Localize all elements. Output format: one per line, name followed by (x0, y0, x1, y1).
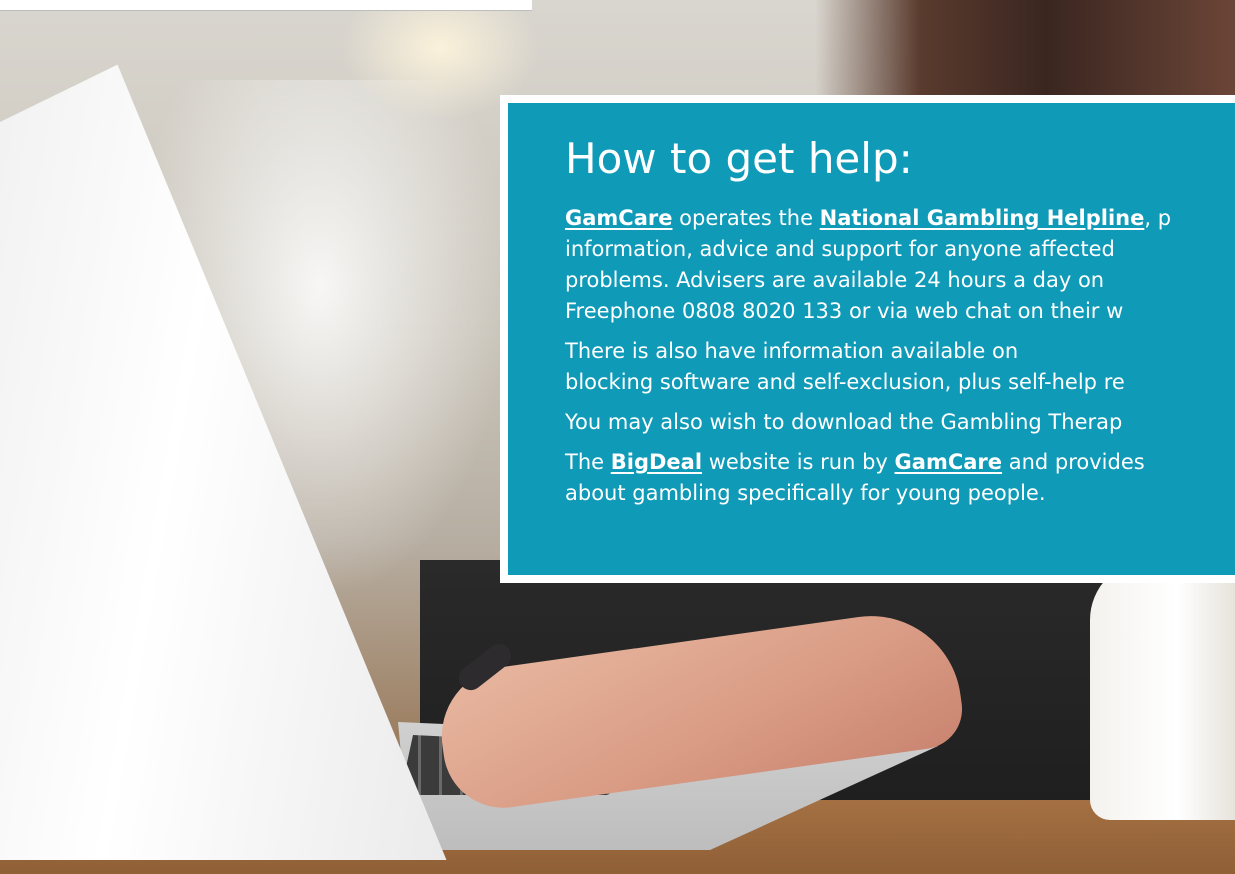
paragraph-4-text-start: The (565, 450, 611, 474)
paragraph-2-line-2: blocking software and self-exclusion, pl… (565, 370, 1125, 394)
paragraph-1-line-2: information, advice and support for anyo… (565, 237, 1115, 261)
help-paragraph-4: The BigDeal website is run by GamCare an… (565, 447, 1235, 509)
coffee-mug (1090, 560, 1235, 820)
paragraph-1-line-4: Freephone 0808 8020 133 or via web chat … (565, 299, 1124, 323)
help-body: GamCare operates the National Gambling H… (565, 203, 1235, 509)
paragraph-1-line-1: GamCare operates the National Gambling H… (565, 203, 1235, 234)
help-panel: How to get help: GamCare operates the Na… (500, 95, 1235, 583)
paragraph-4-line-2: about gambling specifically for young pe… (565, 481, 1046, 505)
national-gambling-helpline-link[interactable]: National Gambling Helpline (820, 206, 1145, 230)
paragraph-1-line-3: problems. Advisers are available 24 hour… (565, 268, 1105, 292)
bigdeal-link[interactable]: BigDeal (611, 450, 702, 474)
help-title: How to get help: (565, 134, 913, 183)
paragraph-1-text-tail: , p (1144, 206, 1172, 230)
person-hair (815, 0, 1235, 110)
paragraph-4-text-mid: website is run by (702, 450, 895, 474)
help-paragraph-1: GamCare operates the National Gambling H… (565, 203, 1235, 327)
help-paragraph-3: You may also wish to download the Gambli… (565, 407, 1235, 438)
paragraph-2-line-1: There is also have information available… (565, 339, 1019, 363)
help-panel-content: How to get help: GamCare operates the Na… (508, 103, 1235, 575)
paragraph-4-line-1: The BigDeal website is run by GamCare an… (565, 447, 1235, 478)
paragraph-3-line-1: You may also wish to download the Gambli… (565, 410, 1123, 434)
paragraph-1-text: operates the (672, 206, 820, 230)
gamcare-link[interactable]: GamCare (565, 206, 672, 230)
help-paragraph-2: There is also have information available… (565, 336, 1235, 398)
gamcare-link-2[interactable]: GamCare (895, 450, 1002, 474)
paragraph-4-text-end: and provides (1002, 450, 1145, 474)
top-frame-edge (0, 0, 532, 11)
